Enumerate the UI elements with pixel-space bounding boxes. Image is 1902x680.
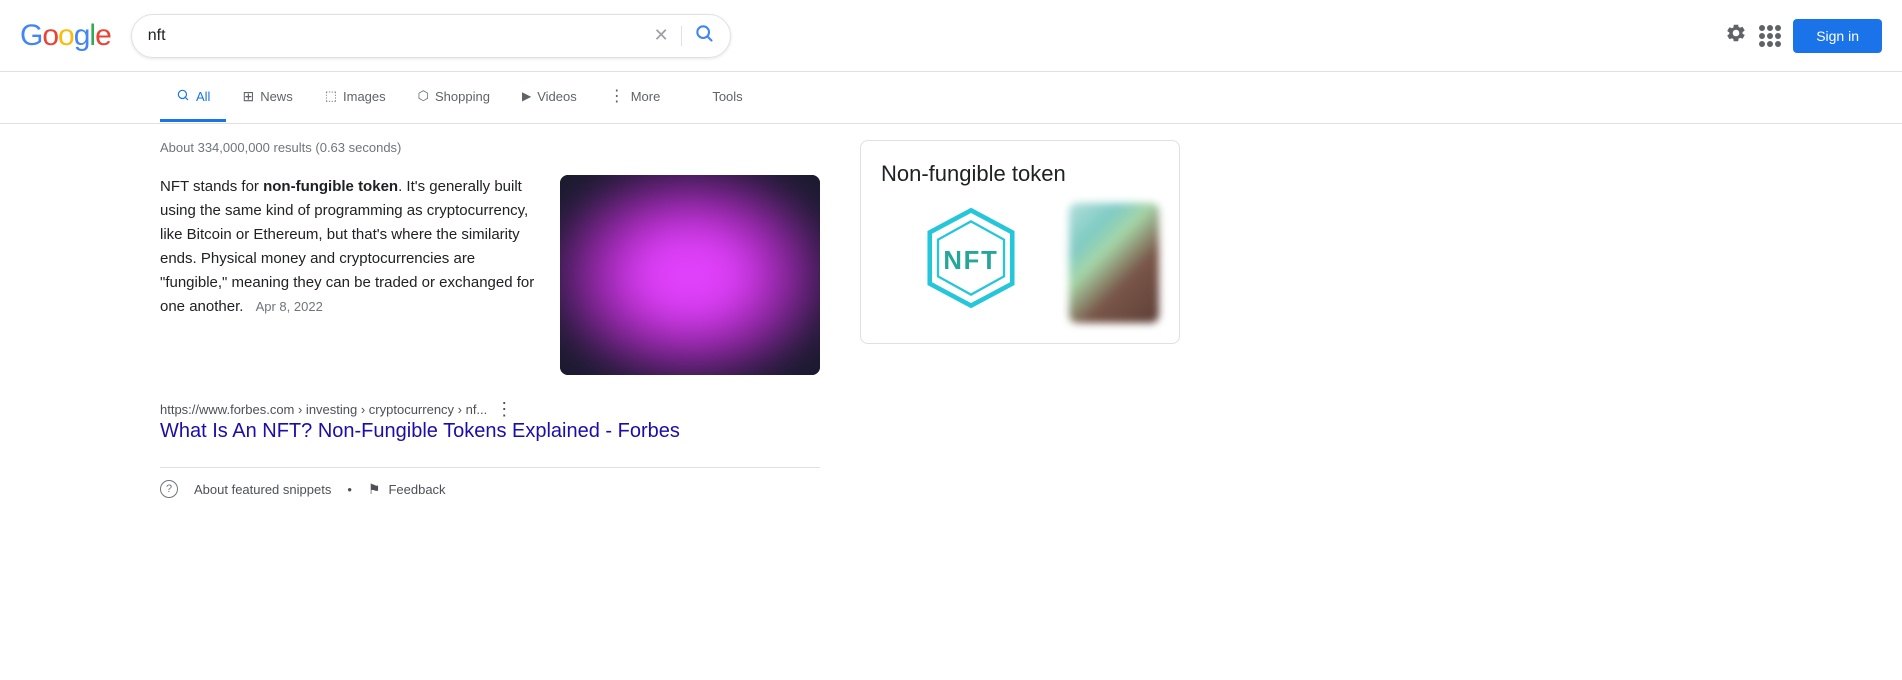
source-options-icon[interactable]: ⋮ — [495, 399, 513, 420]
snippet-date: Apr 8, 2022 — [256, 299, 323, 314]
snippet-image — [560, 175, 820, 375]
header-actions: Sign in — [1725, 19, 1882, 53]
knowledge-panel-images: NFT — [881, 203, 1159, 323]
tab-images[interactable]: ⬚ Images — [309, 74, 402, 121]
tab-all-label: All — [196, 89, 210, 104]
left-panel: About 334,000,000 results (0.63 seconds)… — [160, 140, 820, 510]
tab-tools[interactable]: Tools — [696, 75, 758, 121]
tab-news-label: News — [260, 89, 293, 104]
tab-all[interactable]: All — [160, 74, 226, 122]
source-link: https://www.forbes.com › investing › cry… — [160, 399, 820, 443]
right-panel: Non-fungible token NFT — [860, 140, 1180, 510]
snippet-text-after: . It's generally built using the same ki… — [160, 178, 534, 315]
feedback-icon: ⚑ — [368, 481, 381, 498]
tab-more-label: More — [631, 89, 661, 104]
featured-snippet: NFT stands for non-fungible token. It's … — [160, 175, 820, 375]
feedback-text[interactable]: Feedback — [388, 482, 445, 497]
tab-shopping-label: Shopping — [435, 89, 490, 104]
news-tab-icon: ⊞ — [242, 88, 254, 105]
tab-more[interactable]: ⋮ More — [593, 72, 677, 123]
tab-tools-label: Tools — [712, 89, 742, 104]
source-url: https://www.forbes.com › investing › cry… — [160, 399, 820, 420]
help-circle-icon[interactable]: ? — [160, 480, 178, 498]
dot-separator: • — [347, 482, 352, 497]
knowledge-panel: Non-fungible token NFT — [860, 140, 1180, 344]
snippet-bold-text: non-fungible token — [263, 178, 398, 195]
knowledge-image-blurred[interactable] — [1069, 203, 1159, 323]
results-count: About 334,000,000 results (0.63 seconds) — [160, 140, 820, 155]
search-box-icons: ✕ — [654, 23, 714, 49]
search-input[interactable]: nft — [148, 27, 644, 45]
about-snippets-text: About featured snippets — [194, 482, 331, 497]
knowledge-image-nft-logo[interactable]: NFT — [881, 203, 1061, 313]
search-icon[interactable] — [694, 23, 714, 49]
search-divider — [681, 26, 682, 46]
tab-videos[interactable]: ▶ Videos — [506, 75, 593, 121]
apps-icon[interactable] — [1759, 25, 1781, 47]
tab-shopping[interactable]: ⬡ Shopping — [402, 74, 506, 121]
about-snippets-bar: ? About featured snippets • ⚑ Feedback — [160, 468, 820, 510]
tab-videos-label: Videos — [537, 89, 577, 104]
more-tab-icon: ⋮ — [609, 86, 625, 106]
svg-text:NFT: NFT — [943, 247, 998, 275]
shopping-tab-icon: ⬡ — [418, 88, 429, 104]
header: Google nft ✕ — [0, 0, 1902, 72]
google-logo: Google — [20, 19, 111, 53]
settings-icon[interactable] — [1725, 22, 1747, 50]
nav-tabs: All ⊞ News ⬚ Images ⬡ Shopping ▶ Videos … — [0, 72, 1902, 124]
search-box: nft ✕ — [131, 14, 731, 58]
tab-images-label: Images — [343, 89, 386, 104]
snippet-text-before: NFT stands for — [160, 178, 263, 195]
sign-in-button[interactable]: Sign in — [1793, 19, 1882, 53]
snippet-image-blur-effect — [560, 175, 820, 375]
source-url-text: https://www.forbes.com › investing › cry… — [160, 402, 487, 417]
snippet-text: NFT stands for non-fungible token. It's … — [160, 175, 540, 375]
main-content: About 334,000,000 results (0.63 seconds)… — [0, 140, 1902, 510]
tab-news[interactable]: ⊞ News — [226, 74, 308, 122]
feedback-container: ⚑ Feedback — [368, 481, 446, 498]
clear-icon[interactable]: ✕ — [654, 25, 669, 46]
all-tab-icon — [176, 88, 190, 105]
result-link[interactable]: What Is An NFT? Non-Fungible Tokens Expl… — [160, 420, 680, 442]
knowledge-panel-title: Non-fungible token — [881, 161, 1159, 187]
videos-tab-icon: ▶ — [522, 89, 531, 103]
search-box-container: nft ✕ — [131, 14, 731, 58]
images-tab-icon: ⬚ — [325, 88, 337, 104]
